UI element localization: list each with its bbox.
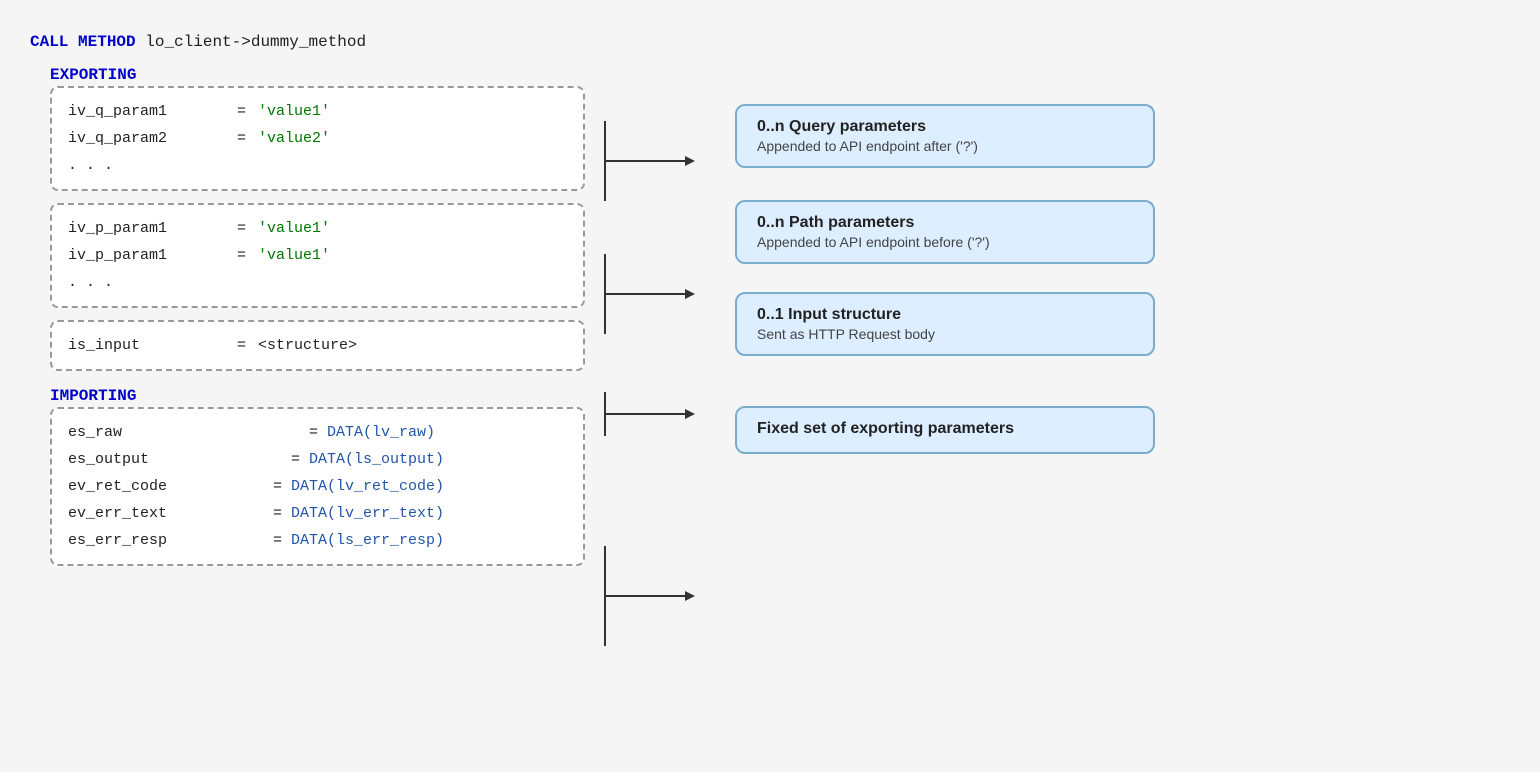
val-es_raw: DATA(lv_raw) <box>327 419 435 446</box>
right-column: 0..n Query parameters Appended to API en… <box>735 62 1510 454</box>
connector-svg <box>585 86 725 736</box>
query-row-dots: . . . <box>68 152 567 179</box>
importing-keyword: IMPORTING <box>50 387 585 405</box>
annotation-subtitle-2: Appended to API endpoint before ('?') <box>757 234 1133 250</box>
dots-1: . . . <box>68 152 228 179</box>
param-is_input: is_input <box>68 332 228 359</box>
param-es_raw: es_raw <box>68 419 228 446</box>
connector-area <box>585 86 725 741</box>
eq-2: = <box>228 125 258 152</box>
param-iv_q_param1: iv_q_param1 <box>68 98 228 125</box>
eq-8: = <box>228 473 291 500</box>
annotation-title-2: 0..n Path parameters <box>757 214 1133 232</box>
annotation-title-3: 0..1 Input structure <box>757 306 1133 324</box>
param-iv_p_param1a: iv_p_param1 <box>68 215 228 242</box>
annotation-box-1: 0..n Query parameters Appended to API en… <box>735 104 1155 168</box>
param-es_output: es_output <box>68 446 228 473</box>
eq-6: = <box>228 419 327 446</box>
dots-2: . . . <box>68 269 228 296</box>
importing-params-box: es_raw = DATA(lv_raw) es_output = DATA(l… <box>50 407 585 566</box>
import-row-1: es_raw = DATA(lv_raw) <box>68 419 567 446</box>
import-row-3: ev_ret_code = DATA(lv_ret_code) <box>68 473 567 500</box>
input-row-1: is_input = <structure> <box>68 332 567 359</box>
val-is_input: <structure> <box>258 332 357 359</box>
annotation-subtitle-1: Appended to API endpoint after ('?') <box>757 138 1133 154</box>
eq-4: = <box>228 242 258 269</box>
val-iv_q_param2: 'value2' <box>258 125 330 152</box>
path-row-2: iv_p_param1 = 'value1' <box>68 242 567 269</box>
param-ev_ret_code: ev_ret_code <box>68 473 228 500</box>
left-column: EXPORTING iv_q_param1 = 'value1' iv_q_pa… <box>30 62 585 566</box>
val-iv_q_param1: 'value1' <box>258 98 330 125</box>
exporting-keyword: EXPORTING <box>50 66 585 84</box>
val-ev_ret_code: DATA(lv_ret_code) <box>291 473 444 500</box>
val-es_err_resp: DATA(ls_err_resp) <box>291 527 444 554</box>
whole-layout: EXPORTING iv_q_param1 = 'value1' iv_q_pa… <box>30 62 1510 741</box>
query-row-2: iv_q_param2 = 'value2' <box>68 125 567 152</box>
param-iv_p_param1b: iv_p_param1 <box>68 242 228 269</box>
eq-3: = <box>228 215 258 242</box>
path-params-box: iv_p_param1 = 'value1' iv_p_param1 = 'va… <box>50 203 585 308</box>
import-row-2: es_output = DATA(ls_output) <box>68 446 567 473</box>
method-call: lo_client->dummy_method <box>145 33 366 51</box>
query-params-box: iv_q_param1 = 'value1' iv_q_param2 = 'va… <box>50 86 585 191</box>
call-keyword: CALL <box>30 33 68 51</box>
method-keyword: METHOD <box>78 33 136 51</box>
param-ev_err_text: ev_err_text <box>68 500 228 527</box>
eq-7: = <box>228 446 309 473</box>
val-ev_err_text: DATA(lv_err_text) <box>291 500 444 527</box>
val-es_output: DATA(ls_output) <box>309 446 444 473</box>
val-iv_p_param1a: 'value1' <box>258 215 330 242</box>
query-row-1: iv_q_param1 = 'value1' <box>68 98 567 125</box>
header-line: CALL METHOD lo_client->dummy_method <box>30 30 1510 56</box>
val-iv_p_param1b: 'value1' <box>258 242 330 269</box>
annotation-title-1: 0..n Query parameters <box>757 118 1133 136</box>
path-row-1: iv_p_param1 = 'value1' <box>68 215 567 242</box>
import-row-4: ev_err_text = DATA(lv_err_text) <box>68 500 567 527</box>
eq-10: = <box>228 527 291 554</box>
annotation-box-3: 0..1 Input structure Sent as HTTP Reques… <box>735 292 1155 356</box>
main-container: CALL METHOD lo_client->dummy_method EXPO… <box>30 20 1510 751</box>
annotation-title-4: Fixed set of exporting parameters <box>757 420 1133 438</box>
eq-9: = <box>228 500 291 527</box>
param-iv_q_param2: iv_q_param2 <box>68 125 228 152</box>
annotation-box-4: Fixed set of exporting parameters <box>735 406 1155 454</box>
param-es_err_resp: es_err_resp <box>68 527 228 554</box>
path-row-dots: . . . <box>68 269 567 296</box>
annotation-box-2: 0..n Path parameters Appended to API end… <box>735 200 1155 264</box>
eq-5: = <box>228 332 258 359</box>
annotation-subtitle-3: Sent as HTTP Request body <box>757 326 1133 342</box>
input-structure-box: is_input = <structure> <box>50 320 585 371</box>
eq-1: = <box>228 98 258 125</box>
import-row-5: es_err_resp = DATA(ls_err_resp) <box>68 527 567 554</box>
